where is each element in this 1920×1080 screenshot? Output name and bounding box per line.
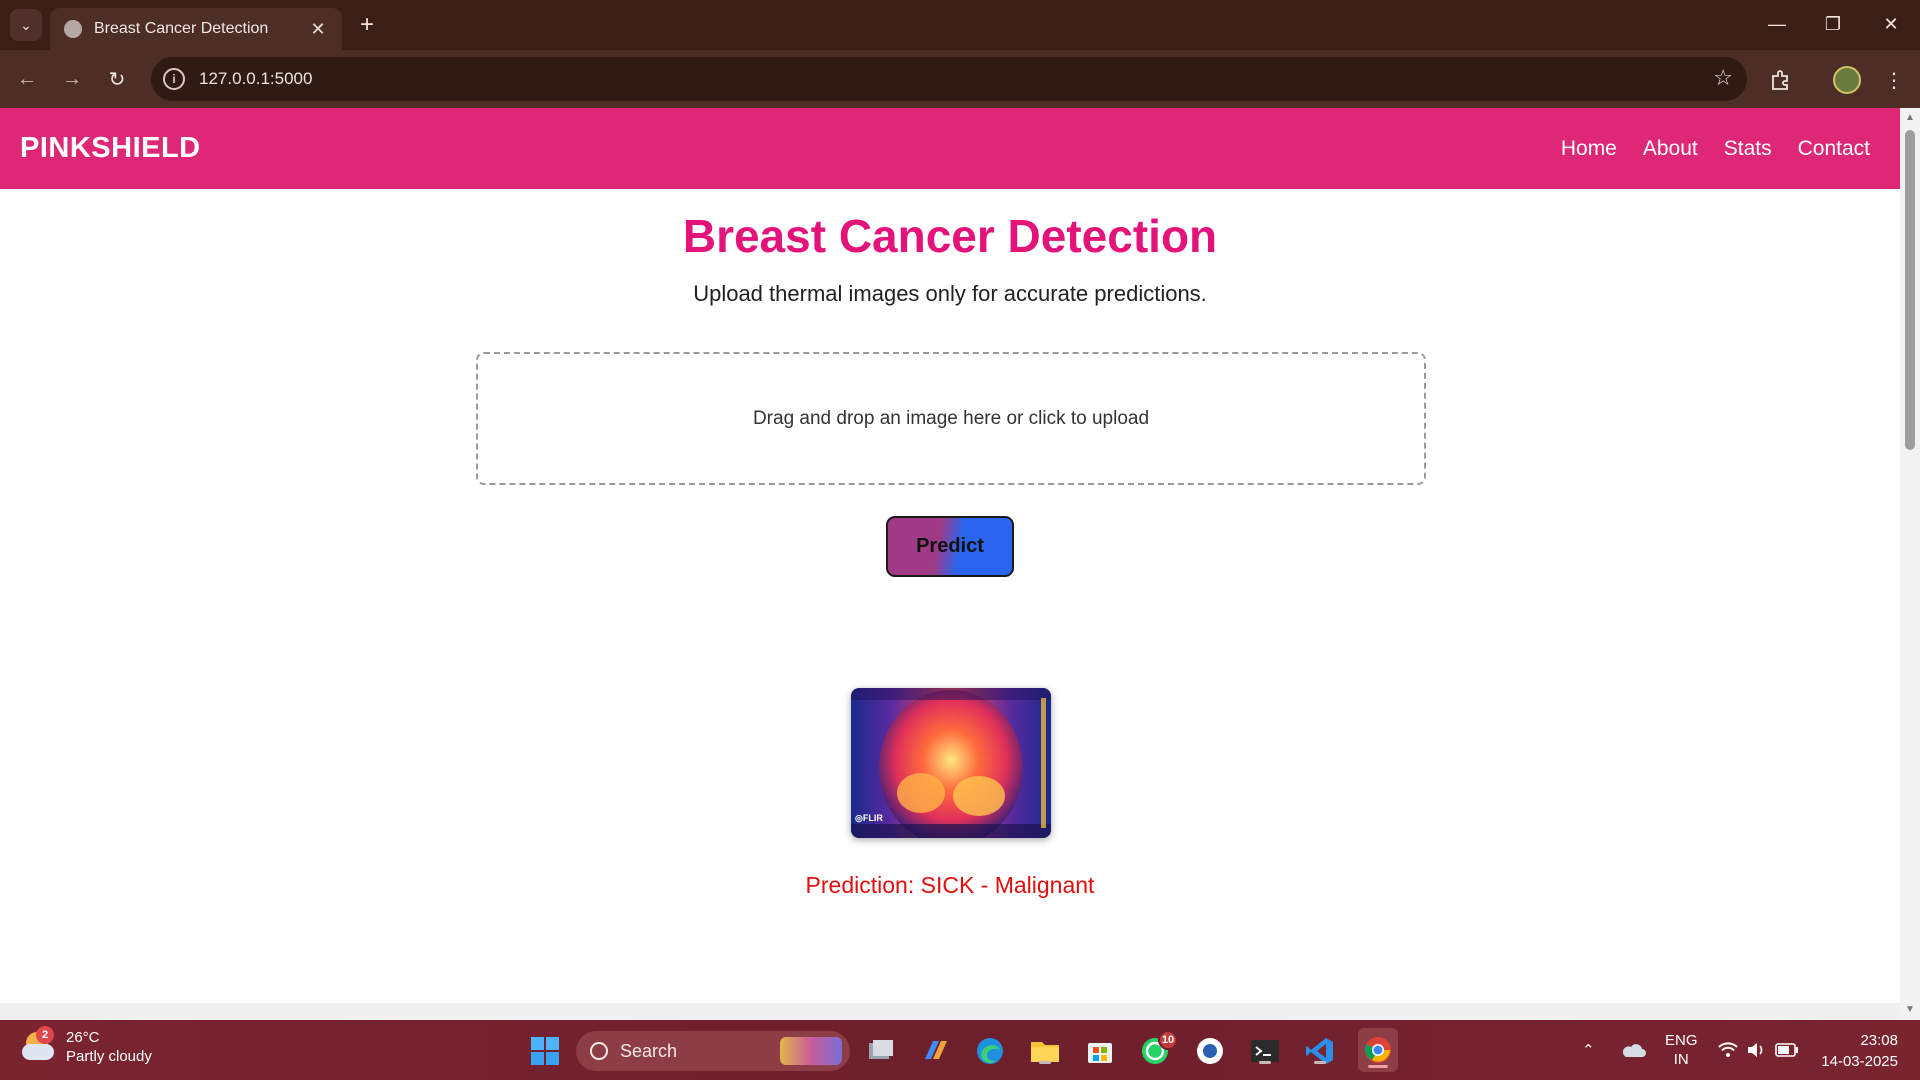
onedrive-icon[interactable] [1620, 1020, 1646, 1080]
page-viewport: PINKSHIELD Home About Stats Contact Brea… [0, 108, 1920, 1020]
taskbar-search[interactable]: Search [576, 1031, 850, 1071]
image-upload-dropzone[interactable]: Drag and drop an image here or click to … [476, 352, 1426, 485]
task-view-icon[interactable] [864, 1034, 898, 1068]
chrome-icon[interactable] [1358, 1028, 1398, 1072]
nav-links: Home About Stats Contact [1561, 137, 1870, 161]
site-brand[interactable]: PINKSHIELD [20, 132, 201, 165]
address-bar[interactable]: i 127.0.0.1:5000 ☆ [151, 57, 1747, 101]
globe-icon [64, 20, 82, 38]
vscode-icon[interactable] [1303, 1034, 1337, 1068]
search-highlight-image [780, 1037, 842, 1065]
partly-cloudy-icon: 2 [22, 1026, 56, 1064]
copilot-icon[interactable] [919, 1034, 953, 1068]
vertical-scrollbar[interactable]: ▲ ▼ [1900, 108, 1920, 1020]
nxtwave-icon[interactable] [1193, 1034, 1227, 1068]
file-explorer-icon[interactable] [1028, 1034, 1062, 1068]
site-info-icon[interactable]: i [163, 68, 185, 90]
wifi-icon[interactable] [1718, 1020, 1738, 1080]
reload-icon[interactable]: ↻ [102, 64, 132, 94]
extensions-icon[interactable] [1765, 64, 1797, 96]
predict-button[interactable]: Predict [886, 516, 1014, 577]
predict-button-label: Predict [916, 535, 984, 557]
weather-widget[interactable]: 2 26°C Partly cloudy [22, 1026, 152, 1066]
dropzone-text: Drag and drop an image here or click to … [752, 407, 1150, 429]
language-top: ENG [1665, 1032, 1698, 1049]
edge-icon[interactable] [973, 1034, 1007, 1068]
site-navbar: PINKSHIELD Home About Stats Contact [0, 108, 1900, 189]
plus-icon[interactable]: + [352, 10, 382, 40]
taskbar-search-label: Search [620, 1040, 678, 1061]
menu-icon[interactable]: ⋮ [1878, 64, 1910, 96]
page-subtitle: Upload thermal images only for accurate … [693, 281, 1207, 306]
browser-toolbar: ← → ↻ i 127.0.0.1:5000 ☆ ⋮ [0, 50, 1920, 108]
flir-logo: ◎FLIR [855, 813, 883, 823]
tab-search-icon[interactable]: ⌄ [10, 9, 42, 41]
weather-badge: 2 [36, 1026, 54, 1044]
weather-desc: Partly cloudy [66, 1048, 152, 1065]
nav-link-about[interactable]: About [1643, 137, 1698, 161]
clock-time: 23:08 [1860, 1032, 1898, 1049]
browser-tab-bar: ⌄ Breast Cancer Detection ✕ + — ❐ ✕ [0, 0, 1920, 50]
star-icon[interactable]: ☆ [1713, 65, 1733, 91]
battery-icon[interactable] [1775, 1020, 1799, 1080]
clock-date: 14-03-2025 [1821, 1053, 1898, 1070]
scroll-up-icon[interactable]: ▲ [1904, 112, 1916, 124]
prediction-result: Prediction: SICK - Malignant [805, 872, 1095, 898]
nav-link-stats[interactable]: Stats [1724, 137, 1772, 161]
terminal-icon[interactable] [1248, 1034, 1282, 1068]
volume-icon[interactable] [1746, 1020, 1766, 1080]
microsoft-store-icon[interactable] [1083, 1034, 1117, 1068]
search-icon [590, 1042, 608, 1060]
whatsapp-icon[interactable]: 10 [1138, 1030, 1178, 1068]
nav-link-home[interactable]: Home [1561, 137, 1617, 161]
url-text: 127.0.0.1:5000 [199, 69, 313, 88]
thermal-image-preview: ◎FLIR [851, 688, 1051, 838]
browser-tab[interactable]: Breast Cancer Detection ✕ [50, 8, 342, 50]
language-bottom: IN [1673, 1051, 1689, 1068]
back-icon[interactable]: ← [12, 64, 42, 94]
show-hidden-icons[interactable]: ⌃ [1582, 1020, 1595, 1080]
windows-start-icon[interactable] [528, 1034, 562, 1068]
scroll-thumb[interactable] [1905, 130, 1915, 450]
horizontal-scrollbar[interactable] [0, 1003, 1900, 1020]
whatsapp-badge: 10 [1158, 1030, 1178, 1050]
page-title: Breast Cancer Detection [682, 210, 1218, 262]
system-clock[interactable]: 23:08 14-03-2025 [1821, 1030, 1898, 1072]
nav-link-contact[interactable]: Contact [1798, 137, 1870, 161]
restore-icon[interactable]: ❐ [1813, 8, 1853, 40]
minimize-icon[interactable]: — [1757, 8, 1797, 40]
avatar[interactable] [1833, 66, 1861, 94]
close-window-icon[interactable]: ✕ [1871, 8, 1911, 40]
forward-icon[interactable]: → [57, 64, 87, 94]
scroll-down-icon[interactable]: ▼ [1904, 1004, 1916, 1016]
tab-title: Breast Cancer Detection [94, 20, 269, 37]
close-icon[interactable]: ✕ [308, 19, 328, 40]
weather-temp: 26°C [66, 1029, 100, 1046]
language-indicator[interactable]: ENG IN [1665, 1020, 1698, 1080]
taskbar: 2 26°C Partly cloudy Search 10 ⌃ ENG IN … [0, 1020, 1920, 1080]
